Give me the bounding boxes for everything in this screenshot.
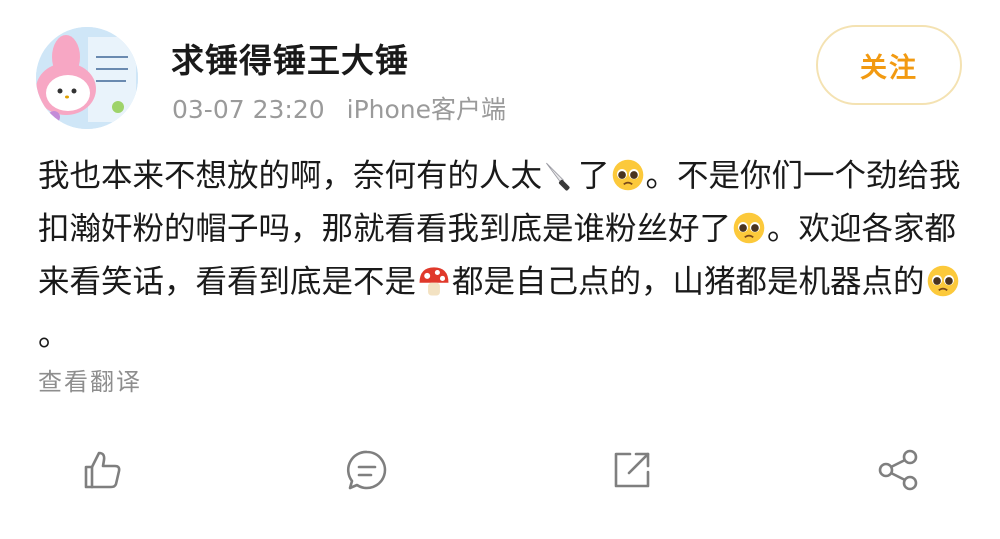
post-text-segment: 。 [38, 317, 70, 353]
mushroom-emoji [419, 267, 449, 296]
post-meta: 03-07 23:20 iPhone客户端 [172, 90, 506, 126]
comment-icon [347, 450, 387, 490]
translate-link[interactable]: 查看翻译 [38, 362, 142, 397]
share-icon [878, 449, 918, 491]
action-bar [0, 440, 1000, 502]
author-name[interactable]: 求锤得锤王大锤 [171, 34, 409, 82]
post-timestamp: 03-07 23:20 [172, 95, 325, 124]
pleading-face-emoji [612, 159, 643, 191]
repost-icon [614, 452, 650, 488]
post-text-segment: 我也本来不想放的啊，奈何有的人太 [38, 158, 543, 194]
comment-button[interactable] [337, 440, 397, 500]
share-button[interactable] [868, 440, 928, 500]
avatar[interactable] [36, 27, 138, 129]
follow-button-label: 关注 [860, 52, 918, 84]
post-body: 我也本来不想放的啊，奈何有的人太了。不是你们一个劲给我扣瀚奸粉的帽子吗，那就看看… [38, 150, 968, 362]
post-source: iPhone客户端 [346, 95, 507, 124]
knife-emoji [546, 162, 570, 191]
post-text-segment: 了 [578, 158, 610, 194]
follow-button[interactable]: 关注 [816, 25, 962, 105]
avatar-image [36, 27, 138, 129]
pleading-face-emoji [927, 265, 958, 297]
pleading-face-emoji [733, 212, 765, 244]
repost-button[interactable] [602, 440, 662, 500]
like-icon [84, 451, 121, 489]
like-button[interactable] [72, 440, 132, 500]
post-text-segment: 都是自己点的，山猪都是机器点的 [452, 264, 925, 300]
